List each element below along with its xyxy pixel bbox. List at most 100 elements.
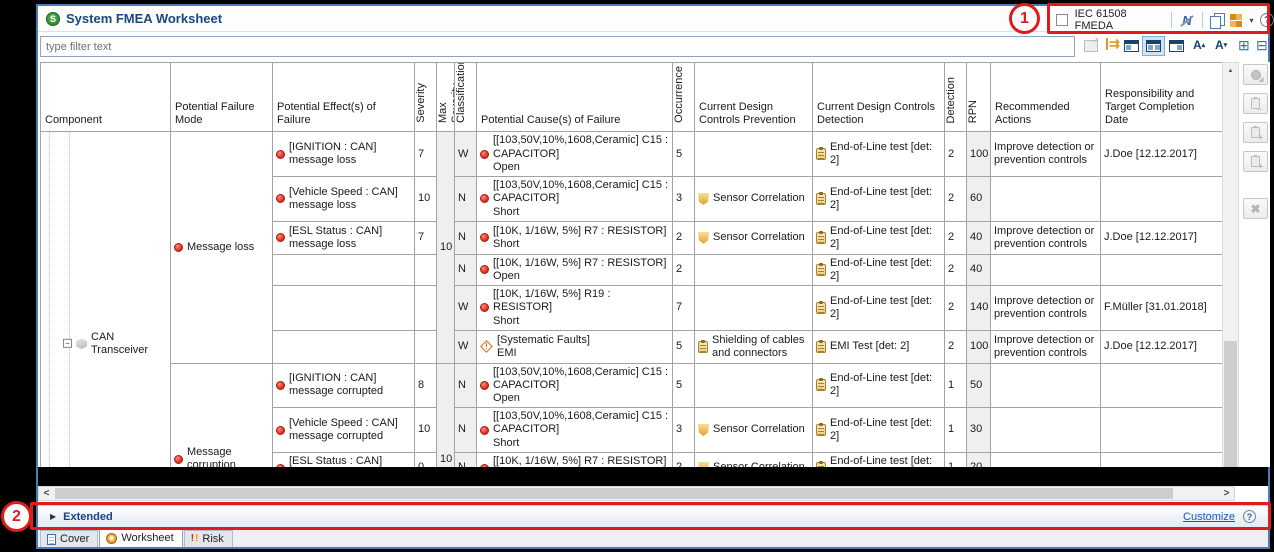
cell-prevention[interactable]: Sensor Correlation [695, 452, 813, 467]
cell-cause[interactable]: [[103,50V,10%,1608,Ceramic] C15 : CAPACI… [477, 132, 673, 177]
cell-cause[interactable]: [Systematic Faults] EMI [477, 330, 673, 363]
cell-classification[interactable]: W [455, 286, 477, 331]
delete-button[interactable]: ✖ [1243, 198, 1268, 219]
table-horizontal-scrollbar[interactable]: < > [38, 486, 1235, 501]
tab-worksheet[interactable]: Worksheet [99, 528, 182, 547]
cell-prevention[interactable]: Sensor Correlation [695, 221, 813, 254]
scroll-right-button[interactable]: > [1219, 487, 1234, 500]
cell-cause[interactable]: [[10K, 1/16W, 5%] R7 : RESISTOR] Short [477, 452, 673, 467]
cell-effect[interactable] [273, 254, 415, 285]
cell-max-severity[interactable]: 10 [437, 132, 455, 364]
cell-rpn[interactable]: 140 [967, 286, 991, 331]
cell-classification[interactable]: N [455, 254, 477, 285]
cell-responsibility[interactable] [1101, 177, 1223, 222]
cell-severity[interactable] [415, 330, 437, 363]
collapse-all-icon[interactable]: ⊟ [1256, 38, 1268, 52]
cell-failure-mode[interactable]: Message loss [171, 132, 273, 364]
cell-recommended-action[interactable] [991, 254, 1101, 285]
cell-detection-control[interactable]: End-of-Line test [det: 2] [813, 221, 945, 254]
fmeda-checkbox[interactable] [1056, 14, 1068, 26]
cell-detection-control[interactable]: End-of-Line test [det: 2] [813, 408, 945, 453]
tab-cover[interactable]: Cover [40, 530, 98, 547]
cell-severity[interactable]: 10 [415, 408, 437, 453]
scroll-left-button[interactable]: < [39, 487, 54, 500]
tab-risk[interactable]: !!Risk [184, 530, 233, 547]
view-layout-dropdown-icon[interactable]: ▾ [1249, 16, 1253, 25]
cell-prevention[interactable]: Sensor Correlation [695, 408, 813, 453]
cell-detection-control[interactable]: End-of-Line test [det: 2] [813, 452, 945, 467]
cell-severity[interactable]: 7 [415, 221, 437, 254]
cell-cause[interactable]: [[10K, 1/16W, 5%] R7 : RESISTOR] Short [477, 221, 673, 254]
cell-occurrence[interactable]: 2 [673, 452, 695, 467]
table-view-right-icon[interactable] [1169, 40, 1184, 52]
cell-rpn[interactable]: 30 [967, 408, 991, 453]
cell-classification[interactable]: N [455, 452, 477, 467]
cell-detection-control[interactable]: End-of-Line test [det: 2] [813, 254, 945, 285]
cell-recommended-action[interactable]: Improve detection or prevention controls [991, 221, 1101, 254]
cell-occurrence[interactable]: 5 [673, 330, 695, 363]
copy-icon[interactable] [1210, 13, 1223, 27]
cell-occurrence[interactable]: 2 [673, 254, 695, 285]
cell-cause[interactable]: [[103,50V,10%,1608,Ceramic] C15 : CAPACI… [477, 363, 673, 408]
cell-responsibility[interactable] [1101, 254, 1223, 285]
cell-prevention[interactable]: Shielding of cables and connectors [695, 330, 813, 363]
cell-detection[interactable]: 2 [945, 330, 967, 363]
cell-rpn[interactable]: 60 [967, 177, 991, 222]
help-icon[interactable]: ? [1260, 13, 1274, 27]
cell-classification[interactable]: N [455, 177, 477, 222]
cell-severity[interactable]: 8 [415, 363, 437, 408]
cell-prevention[interactable] [695, 254, 813, 285]
cell-effect[interactable]: [ESL Status : CAN] message corrupted [273, 452, 415, 467]
cell-prevention[interactable]: Sensor Correlation [695, 177, 813, 222]
cell-rpn[interactable]: 100 [967, 132, 991, 177]
add-action-button[interactable] [1243, 122, 1268, 143]
cell-cause[interactable]: [[103,50V,10%,1608,Ceramic] C15 : CAPACI… [477, 177, 673, 222]
vertical-scroll-thumb[interactable] [1224, 341, 1237, 467]
cell-rpn[interactable]: 40 [967, 254, 991, 285]
cell-severity[interactable]: 0 [415, 452, 437, 467]
cell-classification[interactable]: W [455, 330, 477, 363]
cell-recommended-action[interactable] [991, 408, 1101, 453]
cell-detection[interactable]: 1 [945, 363, 967, 408]
font-increase-icon[interactable]: A▴ [1193, 38, 1205, 52]
customize-link[interactable]: Customize [1183, 511, 1235, 523]
cell-max-severity[interactable]: 10 [437, 363, 455, 467]
cell-component[interactable]: − CAN Transceiver [41, 132, 171, 467]
cell-detection-control[interactable]: End-of-Line test [det: 2] [813, 286, 945, 331]
cell-rpn[interactable]: 40 [967, 221, 991, 254]
cell-occurrence[interactable]: 5 [673, 132, 695, 177]
cell-effect[interactable]: [IGNITION : CAN] message loss [273, 132, 415, 177]
cell-severity[interactable]: 10 [415, 177, 437, 222]
notes-disabled-icon[interactable]: N [1179, 13, 1194, 28]
tree-expander-icon[interactable]: − [63, 339, 72, 348]
cell-rpn[interactable]: 100 [967, 330, 991, 363]
extended-help-icon[interactable]: ? [1243, 510, 1256, 523]
table-vertical-scrollbar[interactable]: ▲ [1222, 62, 1239, 467]
cell-effect[interactable] [273, 330, 415, 363]
cell-prevention[interactable] [695, 286, 813, 331]
cell-occurrence[interactable]: 3 [673, 177, 695, 222]
chevron-right-icon[interactable]: ▶ [50, 512, 56, 521]
cell-recommended-action[interactable] [991, 177, 1101, 222]
paste-action-button[interactable] [1243, 93, 1268, 114]
cell-severity[interactable]: 7 [415, 132, 437, 177]
cell-severity[interactable] [415, 286, 437, 331]
extended-panel-header[interactable]: ▶ Extended Customize ? [38, 505, 1268, 528]
cell-effect[interactable]: [ESL Status : CAN] message loss [273, 221, 415, 254]
cell-detection[interactable]: 2 [945, 132, 967, 177]
cell-detection[interactable]: 2 [945, 286, 967, 331]
cell-responsibility[interactable] [1101, 408, 1223, 453]
link-with-selection-icon[interactable]: ⇉ [1106, 38, 1120, 50]
cell-detection[interactable]: 2 [945, 254, 967, 285]
cell-classification[interactable]: N [455, 221, 477, 254]
table-view-full-icon[interactable] [1143, 37, 1164, 55]
cell-responsibility[interactable] [1101, 452, 1223, 467]
cell-recommended-action[interactable]: Improve detection or prevention controls [991, 330, 1101, 363]
cell-occurrence[interactable]: 3 [673, 408, 695, 453]
cell-failure-mode[interactable]: Message corruption [171, 363, 273, 467]
cell-classification[interactable]: N [455, 363, 477, 408]
cell-effect[interactable]: [IGNITION : CAN] message corrupted [273, 363, 415, 408]
cell-detection[interactable]: 2 [945, 177, 967, 222]
font-decrease-icon[interactable]: A▾ [1215, 38, 1227, 52]
cell-occurrence[interactable]: 7 [673, 286, 695, 331]
